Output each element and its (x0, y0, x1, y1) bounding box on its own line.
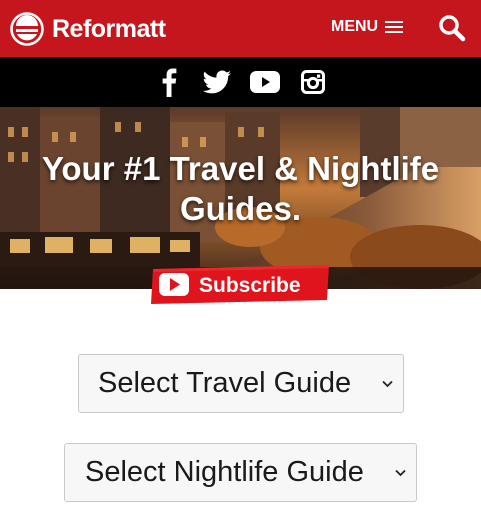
subscribe-label: Subscribe (199, 274, 301, 297)
hamburger-icon (385, 21, 404, 33)
site-header: Reformatt MENU (0, 0, 481, 57)
brand-name: Reformatt (52, 14, 166, 43)
youtube-icon[interactable] (250, 67, 280, 97)
travel-guide-select[interactable]: Select Travel Guide (78, 354, 404, 413)
hero-title-line1: Your #1 Travel & Nightlife (41, 150, 440, 187)
nightlife-guide-select[interactable]: Select Nightlife Guide (64, 443, 417, 502)
chevron-down-icon (382, 380, 393, 387)
subscribe-button[interactable]: Subscribe (151, 264, 331, 304)
menu-label: MENU (331, 18, 379, 35)
social-bar (0, 57, 481, 107)
twitter-icon[interactable] (202, 67, 232, 97)
search-icon[interactable] (438, 14, 466, 42)
logo-icon (10, 12, 44, 46)
chevron-down-icon (395, 469, 406, 476)
instagram-icon[interactable] (301, 67, 325, 97)
hero-title: Your #1 Travel & Nightlife Guides. (0, 149, 481, 229)
youtube-play-icon (159, 273, 189, 296)
travel-guide-select-value: Select Travel Guide (98, 367, 352, 399)
hero-banner: Your #1 Travel & Nightlife Guides. (0, 107, 481, 289)
hero-title-line2: Guides. (179, 190, 302, 227)
nightlife-guide-select-value: Select Nightlife Guide (85, 456, 364, 488)
site-logo[interactable]: Reformatt (10, 12, 166, 46)
menu-button[interactable]: MENU (331, 18, 404, 36)
facebook-icon[interactable] (158, 67, 180, 97)
